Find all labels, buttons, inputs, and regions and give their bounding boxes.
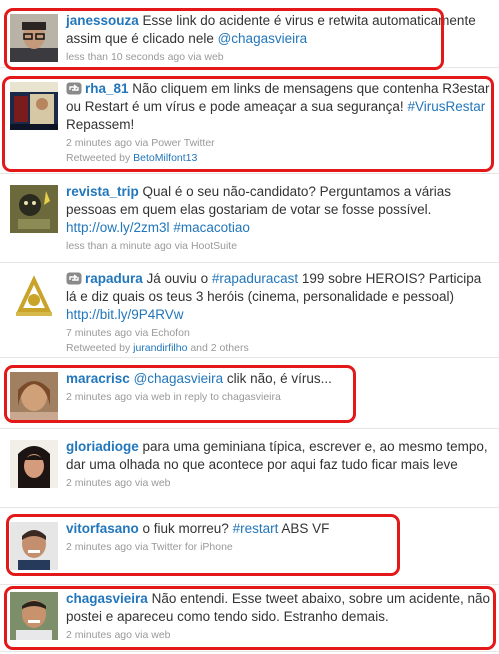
hashtag-link[interactable]: #restart — [233, 521, 279, 536]
tweet-meta: 2 minutes ago via web — [66, 628, 493, 642]
tweet-content: maracrisc @chagasvieira clik não, é víru… — [66, 370, 493, 404]
via-label: via — [134, 541, 149, 553]
tweet-content: revista_trip Qual é o seu não-candidato?… — [66, 183, 493, 253]
username-link[interactable]: janessouza — [66, 13, 139, 28]
username-link[interactable]: rapadura — [85, 271, 143, 286]
via-label: via — [134, 477, 149, 489]
retweet-icon — [66, 82, 82, 95]
source-link[interactable]: web — [151, 629, 170, 641]
retweeted-by: Retweeted by jurandirfilho and 2 others — [66, 341, 493, 355]
tweet-meta: 2 minutes ago via web — [66, 476, 493, 490]
retweeter-link[interactable]: jurandirfilho — [133, 342, 187, 354]
retweeted-by: Retweeted by BetoMilfont13 — [66, 151, 493, 165]
tweet-content: chagasvieira Não entendi. Esse tweet aba… — [66, 590, 493, 642]
timestamp-link[interactable]: less than a minute ago — [66, 240, 172, 252]
via-label: via — [134, 137, 149, 149]
tweet-item: maracrisc @chagasvieira clik não, é víru… — [0, 359, 499, 429]
username-link[interactable]: rha_81 — [85, 81, 129, 96]
tweet-text-segment: Já ouviu o — [142, 271, 212, 286]
retweet-icon — [66, 272, 82, 285]
tweet-content: rha_81 Não cliquem em links de mensagens… — [66, 80, 493, 165]
source-link[interactable]: Twitter for iPhone — [151, 541, 233, 553]
tweet-content: janessouza Esse link do acidente é virus… — [66, 12, 493, 64]
tweet-content: vitorfasano o fiuk morreu? #restart ABS … — [66, 520, 493, 554]
tweet-text-segment: ABS VF — [278, 521, 330, 536]
tweet-text: rha_81 Não cliquem em links de mensagens… — [66, 80, 493, 134]
username-link[interactable]: maracrisc — [66, 371, 130, 386]
tweet-content: gloriadioge para uma geminiana típica, e… — [66, 438, 493, 490]
username-link[interactable]: gloriadioge — [66, 439, 139, 454]
timestamp-link[interactable]: 2 minutes ago — [66, 137, 132, 149]
retweeted-others: and 2 others — [190, 342, 249, 354]
avatar[interactable] — [10, 372, 58, 420]
tweet-text: rapadura Já ouviu o #rapaduracast 199 so… — [66, 270, 493, 324]
reply-to-link[interactable]: chagasvieira — [222, 391, 281, 403]
url-link[interactable]: http://ow.ly/2zm3l — [66, 220, 170, 235]
tweet-meta: less than 10 seconds ago via web — [66, 50, 493, 64]
avatar[interactable] — [10, 440, 58, 488]
url-link[interactable]: http://bit.ly/9P4RVw — [66, 307, 184, 322]
avatar[interactable] — [10, 82, 58, 130]
source-link[interactable]: HootSuite — [191, 240, 237, 252]
tweet-text: maracrisc @chagasvieira clik não, é víru… — [66, 370, 493, 388]
mention-link[interactable]: @chagasvieira — [218, 31, 308, 46]
source-link[interactable]: web — [204, 51, 223, 63]
source-link[interactable]: Power Twitter — [151, 137, 214, 149]
timestamp-link[interactable]: 2 minutes ago — [66, 629, 132, 641]
tweet-meta: 2 minutes ago via web in reply to chagas… — [66, 390, 493, 404]
tweet-text-segment: clik não, é vírus... — [223, 371, 332, 386]
username-link[interactable]: chagasvieira — [66, 591, 148, 606]
timestamp-link[interactable]: 2 minutes ago — [66, 391, 132, 403]
timestamp-link[interactable]: 2 minutes ago — [66, 541, 132, 553]
hashtag-link[interactable]: #macacotiao — [173, 220, 250, 235]
tweet-text: vitorfasano o fiuk morreu? #restart ABS … — [66, 520, 493, 538]
avatar[interactable] — [10, 14, 58, 62]
timestamp-link[interactable]: less than 10 seconds ago — [66, 51, 185, 63]
avatar[interactable] — [10, 522, 58, 570]
via-label: via — [134, 391, 149, 403]
tweet-item: vitorfasano o fiuk morreu? #restart ABS … — [0, 509, 499, 585]
avatar[interactable] — [10, 185, 58, 233]
tweet-text-segment: Repassem! — [66, 117, 135, 132]
tweet-text: janessouza Esse link do acidente é virus… — [66, 12, 493, 48]
timestamp-link[interactable]: 2 minutes ago — [66, 477, 132, 489]
source-link[interactable]: web — [151, 391, 170, 403]
retweeted-by-label: Retweeted by — [66, 152, 131, 164]
tweet-text: chagasvieira Não entendi. Esse tweet aba… — [66, 590, 493, 626]
via-label: via — [188, 51, 202, 63]
hashtag-link[interactable]: #rapaduracast — [212, 271, 298, 286]
avatar[interactable] — [10, 592, 58, 640]
tweet-meta: 2 minutes ago via Power Twitter — [66, 136, 493, 150]
username-link[interactable]: vitorfasano — [66, 521, 139, 536]
tweet-meta: 7 minutes ago via Echofon — [66, 326, 493, 340]
via-label: via — [174, 240, 189, 252]
via-label: via — [134, 327, 149, 339]
source-link[interactable]: web — [151, 477, 170, 489]
tweet-item: rha_81 Não cliquem em links de mensagens… — [0, 74, 499, 174]
tweet-item: chagasvieira Não entendi. Esse tweet aba… — [0, 586, 499, 652]
mention-link[interactable]: @chagasvieira — [134, 371, 224, 386]
source-link[interactable]: Echofon — [151, 327, 190, 339]
tweet-text: gloriadioge para uma geminiana típica, e… — [66, 438, 493, 474]
tweet-item: gloriadioge para uma geminiana típica, e… — [0, 430, 499, 508]
tweet-meta: 2 minutes ago via Twitter for iPhone — [66, 540, 493, 554]
retweeted-by-label: Retweeted by — [66, 342, 131, 354]
tweet-item: rapadura Já ouviu o #rapaduracast 199 so… — [0, 264, 499, 358]
tweet-text-segment: o fiuk morreu? — [138, 521, 233, 536]
reply-label: in reply to — [173, 391, 219, 403]
tweet-item: janessouza Esse link do acidente é virus… — [0, 6, 499, 68]
timestamp-link[interactable]: 7 minutes ago — [66, 327, 132, 339]
via-label: via — [134, 629, 149, 641]
tweet-meta: less than a minute ago via HootSuite — [66, 239, 493, 253]
tweet-content: rapadura Já ouviu o #rapaduracast 199 so… — [66, 270, 493, 355]
tweet-text: revista_trip Qual é o seu não-candidato?… — [66, 183, 493, 237]
username-link[interactable]: revista_trip — [66, 184, 139, 199]
avatar[interactable] — [10, 272, 58, 320]
hashtag-link[interactable]: #VirusRestar — [407, 99, 485, 114]
tweet-item: revista_trip Qual é o seu não-candidato?… — [0, 175, 499, 263]
timeline: janessouza Esse link do acidente é virus… — [0, 0, 499, 654]
retweeter-link[interactable]: BetoMilfont13 — [133, 152, 197, 164]
